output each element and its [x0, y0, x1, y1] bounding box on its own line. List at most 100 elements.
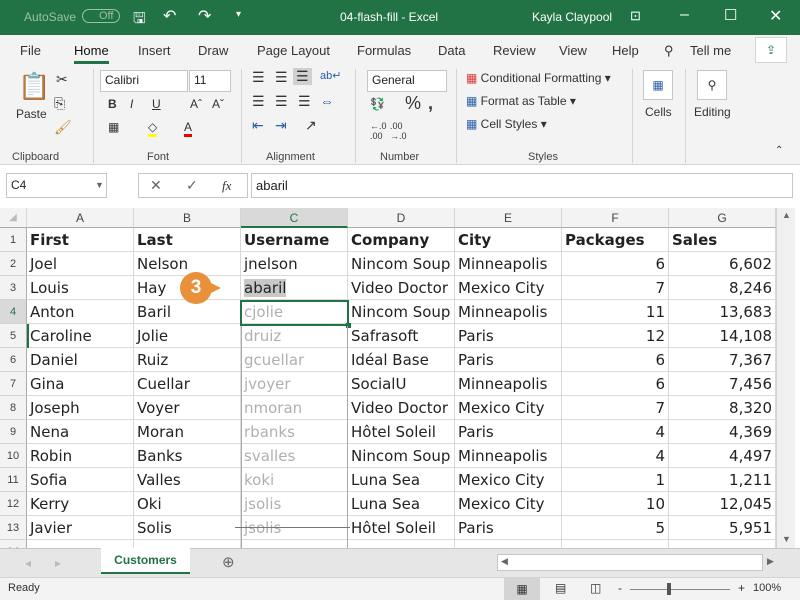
align-left-icon[interactable]: ☰ [252, 93, 265, 110]
tab-home[interactable]: Home [74, 43, 109, 64]
cell-E12[interactable]: Mexico City [455, 492, 562, 516]
cells-button[interactable]: Cells [645, 105, 672, 119]
ribbon-display-icon[interactable]: ⊡ [630, 8, 641, 24]
cell-E1[interactable]: City [455, 228, 562, 252]
cell-D5[interactable]: Safrasoft [348, 324, 455, 348]
cell-A1[interactable]: First [27, 228, 134, 252]
cell-D11[interactable]: Luna Sea [348, 468, 455, 492]
increase-font-icon[interactable]: Aˆ [190, 97, 202, 111]
cell-D10[interactable]: Nincom Soup [348, 444, 455, 468]
cell-G8[interactable]: 8,320 [669, 396, 776, 420]
minimize-icon[interactable]: – [680, 6, 689, 24]
cells-icon[interactable]: ▦ [643, 70, 673, 100]
cell-F1[interactable]: Packages [562, 228, 669, 252]
cell-G2[interactable]: 6,602 [669, 252, 776, 276]
font-size-select[interactable]: 11 [189, 70, 231, 92]
select-all-button[interactable]: ◢ [0, 208, 27, 228]
cell-G13[interactable]: 5,951 [669, 516, 776, 540]
column-header-A[interactable]: A [27, 208, 134, 228]
align-top-icon[interactable]: ☰ [252, 69, 265, 86]
row-header[interactable]: 12 [0, 492, 27, 516]
cell-F5[interactable]: 12 [562, 324, 669, 348]
normal-view-icon[interactable]: ▦ [504, 578, 540, 600]
decrease-indent-icon[interactable]: ⇤ [252, 117, 264, 134]
tab-view[interactable]: View [559, 43, 587, 58]
sheet-tab-customers[interactable]: Customers [101, 548, 190, 574]
copy-icon[interactable]: ⎘ [54, 95, 65, 112]
zoom-level[interactable]: 100% [753, 582, 781, 594]
font-color-icon[interactable]: A [184, 120, 193, 137]
row-header[interactable]: 8 [0, 396, 27, 420]
cell-D14[interactable] [348, 540, 455, 548]
cell-E3[interactable]: Mexico City [455, 276, 562, 300]
cell-A12[interactable]: Kerry [27, 492, 134, 516]
cell-D7[interactable]: SocialU [348, 372, 455, 396]
cell-F2[interactable]: 6 [562, 252, 669, 276]
scroll-down-icon[interactable]: ▼ [782, 534, 791, 544]
zoom-slider[interactable] [630, 589, 730, 590]
cell-F11[interactable]: 1 [562, 468, 669, 492]
tab-data[interactable]: Data [438, 43, 465, 58]
cell-A9[interactable]: Nena [27, 420, 134, 444]
cut-icon[interactable]: ✂ [56, 71, 68, 88]
cell-G3[interactable]: 8,246 [669, 276, 776, 300]
column-header-G[interactable]: G [669, 208, 776, 228]
comma-icon[interactable]: , [428, 93, 433, 114]
cell-A4[interactable]: Anton [27, 300, 134, 324]
align-center-icon[interactable]: ☰ [275, 93, 288, 110]
underline-button[interactable]: U [152, 97, 161, 111]
row-header[interactable]: 9 [0, 420, 27, 444]
zoom-slider-thumb[interactable] [667, 583, 671, 595]
row-header[interactable]: 11 [0, 468, 27, 492]
cell-F14[interactable] [562, 540, 669, 548]
cell-C3[interactable]: abaril [241, 276, 348, 300]
cell-D4[interactable]: Nincom Soup [348, 300, 455, 324]
insert-function-button[interactable]: fx [222, 178, 231, 194]
cell-G7[interactable]: 7,456 [669, 372, 776, 396]
wrap-text-icon[interactable]: ab↵ [320, 69, 341, 82]
row-header[interactable]: 10 [0, 444, 27, 468]
row-header[interactable]: 13 [0, 516, 27, 540]
percent-icon[interactable]: % [405, 93, 421, 114]
cell-B14[interactable] [134, 540, 241, 548]
cell-E4[interactable]: Minneapolis [455, 300, 562, 324]
cell-F7[interactable]: 6 [562, 372, 669, 396]
editing-button[interactable]: Editing [694, 105, 731, 119]
cell-F3[interactable]: 7 [562, 276, 669, 300]
tell-me[interactable]: Tell me [690, 43, 731, 58]
cell-E13[interactable]: Paris [455, 516, 562, 540]
row-header[interactable]: 14 [0, 540, 27, 548]
row-header[interactable]: 7 [0, 372, 27, 396]
merge-center-icon[interactable]: ⇔ [320, 93, 334, 109]
prev-sheet-icon[interactable]: ◂ [25, 556, 31, 570]
cell-D3[interactable]: Video Doctor [348, 276, 455, 300]
cell-B10[interactable]: Banks [134, 444, 241, 468]
next-sheet-icon[interactable]: ▸ [55, 556, 61, 570]
tab-review[interactable]: Review [493, 43, 536, 58]
cell-B13[interactable]: Solis [134, 516, 241, 540]
column-header-B[interactable]: B [134, 208, 241, 228]
cell-C2[interactable]: jnelson [241, 252, 348, 276]
accounting-icon[interactable]: 💱 [370, 97, 385, 111]
horizontal-scrollbar[interactable]: ◀ [497, 554, 763, 571]
enter-icon[interactable]: ✓ [186, 177, 198, 194]
zoom-out-icon[interactable]: - [618, 581, 622, 595]
increase-decimal-icon[interactable]: ←.0.00 [370, 121, 387, 141]
cell-styles-button[interactable]: ▦ Cell Styles ▾ [466, 117, 547, 131]
cell-C1[interactable]: Username [241, 228, 348, 252]
row-header[interactable]: 2 [0, 252, 27, 276]
cell-B8[interactable]: Voyer [134, 396, 241, 420]
cell-E10[interactable]: Minneapolis [455, 444, 562, 468]
cell-A8[interactable]: Joseph [27, 396, 134, 420]
cell-D13[interactable]: Hôtel Soleil [348, 516, 455, 540]
cell-G12[interactable]: 12,045 [669, 492, 776, 516]
row-header[interactable]: 6 [0, 348, 27, 372]
customize-qat-icon[interactable]: ▾ [236, 9, 241, 20]
column-header-E[interactable]: E [455, 208, 562, 228]
paste-button[interactable]: Paste [16, 107, 47, 121]
share-icon[interactable]: ⇪ [755, 37, 787, 63]
align-middle-icon[interactable]: ☰ [275, 69, 288, 86]
collapse-ribbon-icon[interactable]: ⌃ [775, 145, 783, 156]
user-name[interactable]: Kayla Claypool [532, 10, 612, 24]
worksheet-grid[interactable]: ◢ A B C D E F G 1 First Last Username Company City Pac… [0, 208, 800, 548]
